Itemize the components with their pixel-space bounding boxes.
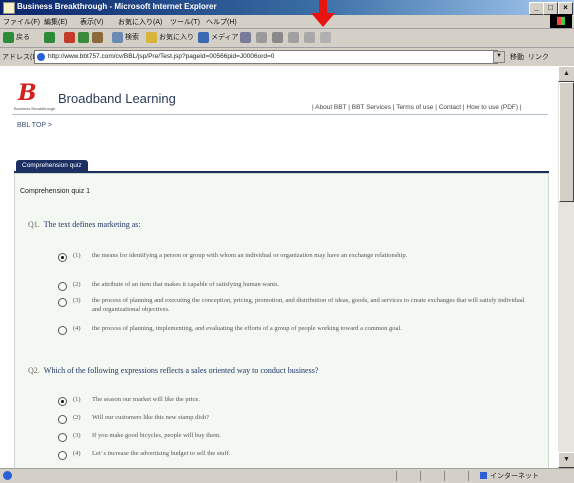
scroll-thumb[interactable]	[559, 82, 574, 202]
search-icon[interactable]	[112, 32, 123, 43]
address-input[interactable]: http://www.bbt757.com/cv/BBL/jsp/Pre/Tes…	[34, 50, 498, 64]
q2-option-4-radio[interactable]	[58, 451, 67, 460]
option-text: If you make good bicycles, people will b…	[92, 432, 221, 439]
search-button-label[interactable]: 検索	[125, 32, 139, 42]
status-divider	[468, 471, 469, 481]
q1-option-1-radio[interactable]	[58, 253, 67, 262]
go-label: 移動	[510, 54, 524, 61]
menu-view[interactable]: 表示(V)	[80, 17, 103, 27]
option-text: Will our customers like this new stamp d…	[92, 414, 209, 421]
q2-option-2-radio[interactable]	[58, 415, 67, 424]
favorites-button-label[interactable]: お気に入り	[159, 32, 194, 42]
breadcrumb[interactable]: BBL TOP >	[17, 122, 52, 129]
edit-icon[interactable]	[288, 32, 299, 43]
menu-edit[interactable]: 編集(E)	[44, 17, 67, 27]
discuss-icon[interactable]	[304, 32, 315, 43]
question-1: Q1. The text defines marketing as:	[28, 220, 141, 229]
option-number: (1)	[73, 252, 81, 259]
vertical-scrollbar[interactable]: ▲ ▼	[558, 66, 574, 468]
home-icon[interactable]	[92, 32, 103, 43]
option-number: (2)	[73, 281, 81, 288]
option-text: The season our market will like the pric…	[92, 396, 200, 403]
option-number: (4)	[73, 450, 81, 457]
option-number: (3)	[73, 432, 81, 439]
option-text: the attribute of an item that makes it c…	[92, 281, 280, 288]
print-icon[interactable]	[272, 32, 283, 43]
question-text: Which of the following expressions refle…	[43, 366, 319, 375]
option-number: (3)	[73, 297, 81, 304]
option-number: (2)	[73, 414, 81, 421]
question-number: Q1.	[28, 220, 40, 229]
question-2: Q2. Which of the following expressions re…	[28, 366, 318, 375]
refresh-icon[interactable]	[78, 32, 89, 43]
media-button-label[interactable]: メディア	[211, 32, 239, 42]
page-viewport: B Business Breakthrough Broadband Learni…	[0, 66, 558, 468]
status-bar: インターネット	[0, 468, 574, 483]
question-text: The text defines marketing as:	[43, 220, 141, 229]
menu-help[interactable]: ヘルプ(H)	[206, 17, 237, 27]
messenger-icon[interactable]	[320, 32, 331, 43]
window-title: Business Breakthrough - Microsoft Intern…	[17, 2, 217, 11]
back-button-label[interactable]: 戻る	[16, 32, 30, 42]
mail-icon[interactable]	[256, 32, 267, 43]
go-button[interactable]: 移動 リンク	[510, 52, 549, 62]
option-text: the means for identifying a person or gr…	[92, 252, 408, 259]
status-divider	[444, 471, 445, 481]
status-divider	[420, 471, 421, 481]
forward-arrow-icon[interactable]	[44, 32, 55, 43]
scroll-up-button[interactable]: ▲	[558, 66, 574, 82]
header-divider	[12, 114, 548, 115]
question-number: Q2.	[28, 366, 40, 375]
status-divider	[396, 471, 397, 481]
stop-icon[interactable]	[64, 32, 75, 43]
q2-option-1-radio[interactable]	[58, 397, 67, 406]
option-text: the process of planning and executing th…	[92, 297, 525, 313]
q1-option-3-radio[interactable]	[58, 298, 67, 307]
address-dropdown-button[interactable]: ▼	[493, 51, 505, 63]
menu-file[interactable]: ファイル(F)	[3, 17, 40, 27]
browser-window: Business Breakthrough - Microsoft Intern…	[0, 0, 574, 483]
scroll-down-button[interactable]: ▼	[558, 452, 574, 468]
quiz-title: Comprehension quiz 1	[20, 188, 91, 195]
quiz-panel	[14, 173, 549, 468]
option-number: (1)	[73, 396, 81, 403]
logo-subtext: Business Breakthrough	[14, 106, 56, 111]
media-icon[interactable]	[198, 32, 209, 43]
option-number: (4)	[73, 325, 81, 332]
title-bar: Business Breakthrough - Microsoft Intern…	[0, 0, 574, 15]
back-arrow-icon[interactable]	[3, 32, 14, 43]
red-arrow-shaft	[319, 0, 327, 14]
windows-logo-icon	[550, 14, 572, 28]
ie-icon	[3, 2, 15, 14]
internet-zone: インターネット	[480, 471, 539, 481]
address-bar: アドレス(D) http://www.bbt757.com/cv/BBL/jsp…	[0, 48, 574, 65]
menu-bar: ファイル(F) 編集(E) 表示(V) お気に入り(A) ツール(T) ヘルプ(…	[0, 15, 574, 29]
logo-letter: B	[18, 80, 37, 106]
history-icon[interactable]	[240, 32, 251, 43]
red-arrow-icon	[311, 13, 335, 27]
q1-option-2-radio[interactable]	[58, 282, 67, 291]
toolbar: 戻る 検索 お気に入り メディア	[0, 29, 574, 48]
address-url: http://www.bbt757.com/cv/BBL/jsp/Pre/Tes…	[48, 53, 275, 60]
option-text: Let' s increase the advertising budget t…	[92, 450, 231, 457]
minimize-button[interactable]: _	[529, 2, 544, 15]
q2-option-3-radio[interactable]	[58, 433, 67, 442]
links-label[interactable]: リンク	[528, 54, 549, 61]
header-links[interactable]: | About BBT | BBT Services | Terms of us…	[312, 104, 522, 111]
menu-favorites[interactable]: お気に入り(A)	[118, 17, 162, 27]
page-icon	[37, 53, 45, 61]
page-done-icon	[3, 471, 12, 480]
q1-option-4-radio[interactable]	[58, 326, 67, 335]
bbt-logo: B Business Breakthrough	[14, 80, 55, 111]
option-text: the process of planning, implementing, a…	[92, 325, 402, 332]
favorites-icon[interactable]	[146, 32, 157, 43]
menu-tools[interactable]: ツール(T)	[170, 17, 200, 27]
brand-title: Broadband Learning	[58, 91, 176, 106]
